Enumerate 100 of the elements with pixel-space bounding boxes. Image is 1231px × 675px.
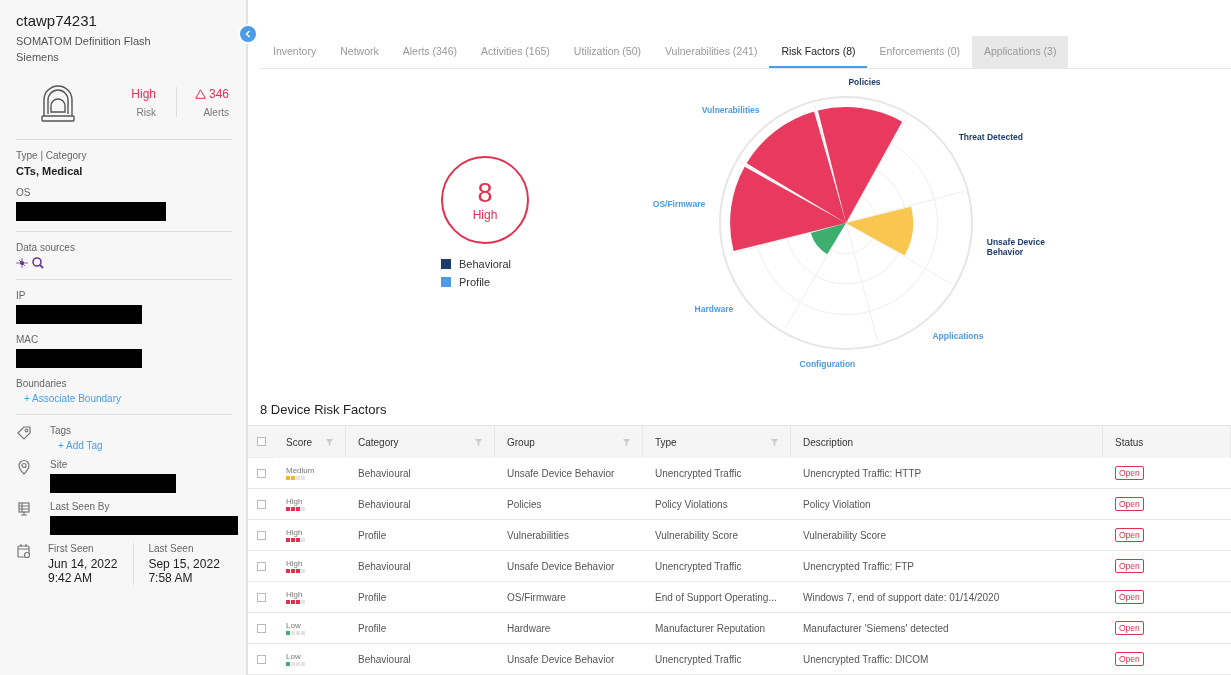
status-badge: Open [1115,590,1144,604]
column-header[interactable]: Category [346,425,495,458]
date-value: Sep 15, 2022 [148,557,220,571]
add-link[interactable]: + Associate Boundary [16,393,246,404]
chevron-left-icon [244,30,252,38]
field-label: Type | Category [16,150,88,161]
search-icon [32,257,44,269]
filter-icon[interactable] [623,438,630,446]
table-cell: Unsafe Device Behavior [495,644,643,675]
row-checkbox[interactable] [256,499,266,509]
table-cell: Unsafe Device Behavior [495,551,643,582]
score-label: Medium [286,466,315,475]
column-header[interactable]: Score [274,425,346,458]
field-value: CTs, Medical [16,165,84,177]
table-cell: Behavioural [346,458,495,489]
radar-axis-label: OS/Firmware [652,199,706,210]
table-cell: Behavioural [346,551,495,582]
status-badge: Open [1115,466,1144,480]
filter-icon[interactable] [475,438,482,446]
table-cell: Unsafe Device Behavior [495,458,643,489]
warning-icon [194,88,206,99]
tab[interactable]: Risk Factors (8) [769,36,868,68]
table-cell: Vulnerability Score [643,520,791,551]
column-header[interactable]: Status [1103,425,1231,458]
table-title: 8 Device Risk Factors [259,401,388,419]
tag-icon [16,425,32,441]
row-checkbox[interactable] [256,654,266,664]
table-cell: End of Support Operating... [643,582,791,613]
table-cell: Profile [346,613,495,644]
table-cell: Windows 7, end of support date: 01/14/2020 [791,582,1103,613]
radar-axis-label: Threat Detected [958,131,1023,142]
status-badge: Open [1115,559,1144,573]
column-header[interactable]: Description [791,425,1103,458]
field-label: IP [16,290,27,301]
tab[interactable]: Vulnerabilities (241) [652,36,770,68]
alerts-label: Alerts [203,106,229,118]
legend-label: Profile [459,276,491,288]
row-checkbox[interactable] [256,530,266,540]
radar-axis-label: Configuration [799,358,856,369]
table-cell: Unencrypted Traffic [643,551,791,582]
table-cell: Unencrypted Traffic [643,644,791,675]
radar-axis-label: Unsafe Device Behavior [986,236,1045,257]
score-label: Low [286,652,302,661]
field-label: Data sources [16,242,76,253]
column-header[interactable]: Group [495,425,643,458]
device-vendor: Siemens [16,50,60,65]
select-all-checkbox[interactable] [256,437,266,446]
legend-label: Behavioral [459,258,511,270]
date-value: Jun 14, 2022 [48,557,118,571]
score-label: High [286,590,304,599]
device-name: ctawp74231 [16,12,98,29]
tab[interactable]: Utilization (50) [561,36,653,68]
filter-icon[interactable] [326,438,333,446]
table-cell: Manufacturer 'Siemens' detected [791,613,1103,644]
table-cell: Vulnerabilities [495,520,643,551]
status-badge: Open [1115,621,1144,635]
field-label: MAC [16,334,40,345]
radar-axis-label: Hardware [694,304,734,315]
tab[interactable]: Activities (165) [469,36,562,68]
column-header[interactable]: Type [643,425,791,458]
field-label: Tags [50,425,73,436]
table-cell: Profile [346,582,495,613]
filter-icon[interactable] [771,438,778,446]
row-checkbox[interactable] [256,561,266,571]
tab[interactable]: Alerts (346) [390,36,469,68]
collapse-button[interactable] [238,24,258,44]
risk-value: High [131,86,156,101]
table-cell: Policies [495,489,643,520]
status-badge: Open [1115,528,1144,542]
table-cell: Manufacturer Reputation [643,613,791,644]
table-cell: Vulnerability Score [791,520,1103,551]
status-badge: Open [1115,497,1144,511]
field-label: Site [50,459,69,470]
alerts-count: 346 [208,86,229,101]
monitor-icon [16,501,32,517]
risk-level: High [472,208,498,222]
table-cell: Behavioural [346,489,495,520]
radar-axis-label: Applications [932,330,984,341]
score-label: High [286,497,304,506]
field-label: OS [16,187,32,198]
network-node-icon [16,257,28,269]
tab[interactable]: Network [328,36,391,68]
radar-axis-label: Policies [848,77,881,88]
add-link[interactable]: + Add Tag [50,440,103,451]
row-checkbox[interactable] [256,468,266,478]
tab[interactable]: Enforcements (0) [867,36,972,68]
tab[interactable]: Inventory [261,36,329,68]
calendar-icon [16,543,32,559]
table-cell: Unencrypted Traffic: HTTP [791,458,1103,489]
table-cell: Behavioural [346,644,495,675]
row-checkbox[interactable] [256,623,266,633]
risk-label: Risk [136,106,156,118]
date-label: Last Seen [148,543,195,554]
field-label: Boundaries [16,378,68,389]
table-cell: Unencrypted Traffic: FTP [791,551,1103,582]
time-value: 7:58 AM [148,571,194,585]
table-cell: Policy Violations [643,489,791,520]
table-cell: Unencrypted Traffic [643,458,791,489]
row-checkbox[interactable] [256,592,266,602]
table-cell: Hardware [495,613,643,644]
